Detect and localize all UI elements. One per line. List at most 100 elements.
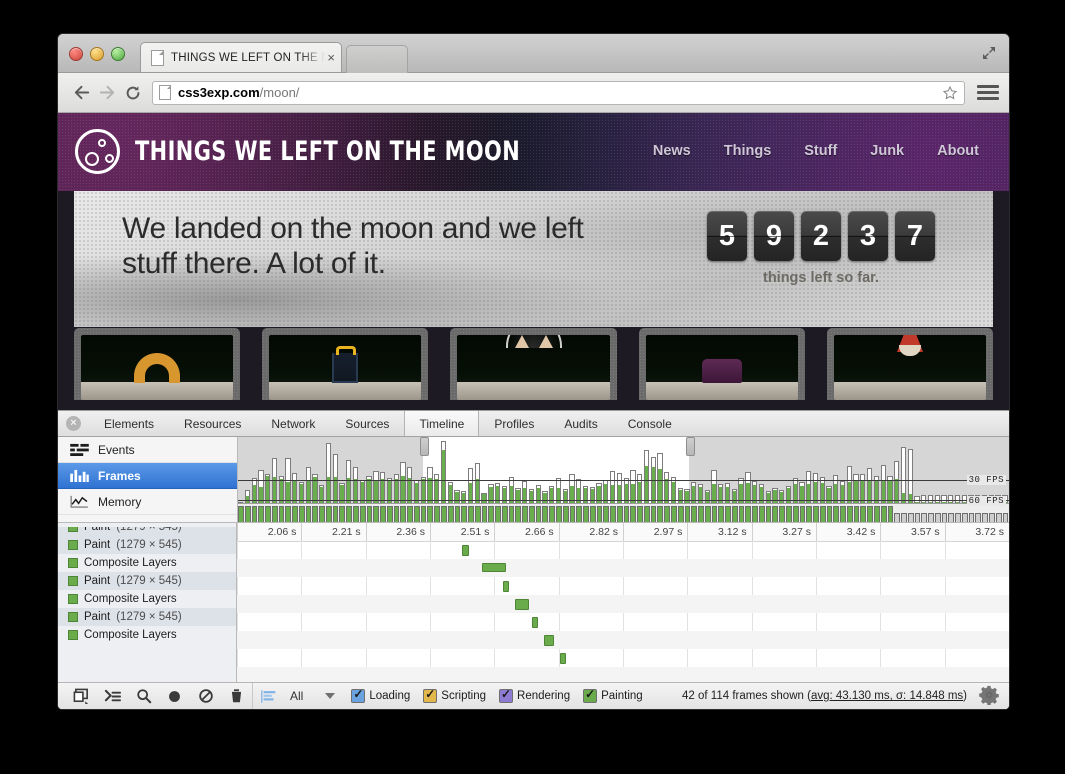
timeline-tick: 3.12 s	[687, 523, 751, 541]
frame-strip-bar	[921, 513, 927, 522]
forward-arrow-icon[interactable]	[94, 80, 120, 106]
overview-mode-frames[interactable]: Frames	[58, 463, 237, 489]
reload-icon[interactable]	[120, 80, 146, 106]
frame-strip-bar	[522, 506, 528, 522]
tab-sources[interactable]: Sources	[330, 411, 404, 436]
nav-item-about[interactable]: About	[937, 143, 979, 159]
timeline-tick: 2.36 s	[366, 523, 430, 541]
moon-icon	[75, 129, 120, 174]
site-branding[interactable]: THINGS WE LEFT ON THE MOON	[75, 129, 583, 174]
timeline-event-bar[interactable]	[503, 581, 509, 592]
checkbox[interactable]	[423, 689, 437, 703]
tab-console[interactable]: Console	[613, 411, 687, 436]
overview-frame-bar	[529, 489, 534, 504]
gnome-thumbnail[interactable]	[827, 328, 993, 400]
nav-item-things[interactable]: Things	[724, 143, 772, 159]
checkbox[interactable]	[351, 689, 365, 703]
nav-item-stuff[interactable]: Stuff	[804, 143, 837, 159]
overview-selection-handle-right[interactable]	[686, 437, 695, 456]
overview-frame-bar	[373, 471, 378, 505]
url-host: css3exp.com	[178, 85, 260, 100]
nav-item-news[interactable]: News	[653, 143, 691, 159]
timeline-event-bar[interactable]	[482, 563, 505, 572]
bench-thumbnail[interactable]	[639, 328, 805, 400]
hamburger-menu-icon[interactable]	[977, 82, 999, 104]
fps-60-guide	[238, 500, 1009, 501]
overview-frame-bar	[779, 490, 784, 504]
tab-timeline[interactable]: Timeline	[404, 411, 479, 436]
frame-strip-bar	[982, 513, 988, 522]
tab-audits[interactable]: Audits	[549, 411, 612, 436]
frame-strip-bar	[407, 506, 413, 522]
timeline-event-bar[interactable]	[462, 545, 469, 556]
flame-chart-icon[interactable]	[253, 683, 284, 710]
record-row[interactable]: Paint (1279 × 545)	[58, 536, 236, 554]
bookmark-star-icon[interactable]	[942, 85, 958, 101]
record-circle-icon[interactable]	[159, 683, 190, 710]
frame-strip-bar	[881, 506, 887, 522]
tab-elements[interactable]: Elements	[89, 411, 169, 436]
frame-strip-bar	[996, 513, 1002, 522]
filter-dropdown[interactable]: All	[284, 689, 343, 703]
search-icon[interactable]	[128, 683, 159, 710]
frame-strip-bar	[265, 506, 271, 522]
gear-icon[interactable]	[979, 685, 1001, 707]
overview-mode-memory[interactable]: Memory	[58, 489, 237, 515]
record-row[interactable]: Composite Layers	[58, 554, 236, 572]
donut-thumbnail[interactable]	[74, 328, 240, 400]
checkbox[interactable]	[583, 689, 597, 703]
frame-strip-bar	[705, 506, 711, 522]
overview-frame-bar	[617, 473, 622, 504]
timeline-event-bar[interactable]	[515, 599, 529, 610]
timeline-event-bar[interactable]	[532, 617, 538, 628]
tab-profiles[interactable]: Profiles	[479, 411, 549, 436]
record-row[interactable]: Paint (1279 × 545)	[58, 572, 236, 590]
filter-loading[interactable]: Loading	[351, 689, 410, 703]
no-entry-icon[interactable]	[190, 683, 221, 710]
record-timeline-grid[interactable]: 2.06 s2.21 s2.36 s2.51 s2.66 s2.82 s2.97…	[237, 523, 1009, 682]
frame-strip-bar	[637, 506, 643, 522]
cat-thumbnail[interactable]	[450, 328, 616, 400]
trash-icon[interactable]	[221, 683, 253, 710]
nav-item-junk[interactable]: Junk	[870, 143, 904, 159]
dock-icon[interactable]	[66, 683, 97, 710]
timeline-event-bar[interactable]	[560, 653, 566, 664]
browser-tab[interactable]: THINGS WE LEFT ON THE MOON ×	[140, 42, 342, 72]
overview-frame-bar	[326, 443, 331, 504]
console-drawer-icon[interactable]	[97, 683, 128, 710]
new-tab-button[interactable]	[346, 45, 408, 73]
frame-strip-bar	[874, 506, 880, 522]
fps-60-label: 60 FPS	[967, 496, 1006, 506]
record-row[interactable]: Paint (1279 × 545)	[58, 608, 236, 626]
overview-selection-handle-left[interactable]	[420, 437, 429, 456]
record-row[interactable]: Composite Layers	[58, 626, 236, 644]
bag-thumbnail[interactable]	[262, 328, 428, 400]
filter-scripting[interactable]: Scripting	[423, 689, 486, 703]
filter-painting[interactable]: Painting	[583, 689, 643, 703]
filter-rendering[interactable]: Rendering	[499, 689, 570, 703]
timeline-event-bar[interactable]	[544, 635, 554, 646]
overview-mode-label: Events	[98, 443, 135, 457]
close-tab-icon[interactable]: ×	[325, 51, 335, 64]
address-bar[interactable]: css3exp.com/moon/	[152, 81, 965, 105]
minimize-window-button[interactable]	[90, 47, 104, 61]
tab-network[interactable]: Network	[256, 411, 330, 436]
frames-overview-chart[interactable]: 30 FPS 60 FPS	[238, 437, 1009, 522]
frame-strip-bar	[698, 506, 704, 522]
overview-frame-bar	[563, 489, 568, 504]
back-arrow-icon[interactable]	[68, 80, 94, 106]
devtools-close-button[interactable]: ×	[58, 411, 89, 436]
tab-resources[interactable]: Resources	[169, 411, 256, 436]
frame-strip-bar	[353, 506, 359, 522]
timeline-tick: 3.72 s	[945, 523, 1009, 541]
overview-mode-events[interactable]: Events	[58, 437, 237, 463]
frame-strip-bar	[827, 506, 833, 522]
frame-strip-bar	[860, 506, 866, 522]
zoom-window-button[interactable]	[111, 47, 125, 61]
record-row[interactable]: Composite Layers	[58, 590, 236, 608]
close-window-button[interactable]	[69, 47, 83, 61]
page-viewport: THINGS WE LEFT ON THE MOON News Things S…	[58, 113, 1009, 410]
checkbox[interactable]	[499, 689, 513, 703]
frame-strip-bar	[563, 506, 569, 522]
maximize-icon[interactable]	[981, 45, 997, 61]
